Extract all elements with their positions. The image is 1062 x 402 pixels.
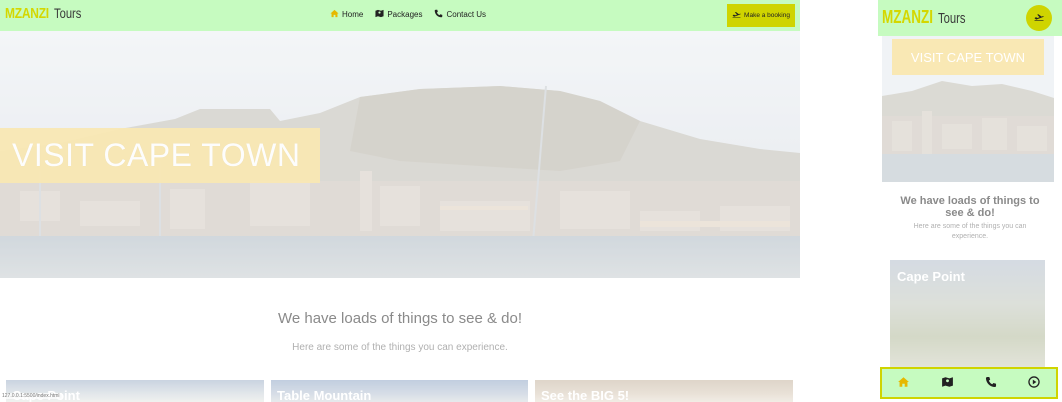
mobile-tab-bar — [880, 367, 1058, 399]
phone-icon — [985, 376, 997, 391]
tab-home[interactable] — [892, 371, 916, 395]
mobile-section-subheading: Here are some of the things you can expe… — [913, 223, 1027, 240]
tab-play[interactable] — [1022, 371, 1046, 395]
make-booking-button[interactable]: Make a booking — [727, 4, 795, 27]
mobile-brand-logo[interactable]: MZANZI Tours — [882, 7, 975, 28]
attraction-cards: Cape Point Table Mountain See the BIG 5! — [0, 380, 800, 402]
brand-logo[interactable]: MZANZI Tours — [5, 5, 88, 22]
section-subheading: Here are some of the things you can expe… — [292, 342, 508, 353]
hero-banner: VISIT CAPE TOWN — [0, 31, 800, 278]
brand-name: MZANZI — [5, 5, 49, 22]
mobile-view: MZANZI Tours VISIT CAPE TOWN We have loa… — [878, 0, 1062, 402]
mobile-brand-suffix: Tours — [937, 10, 966, 27]
nav-link-packages-label: Packages — [387, 10, 423, 19]
hero-title: VISIT CAPE TOWN — [12, 137, 301, 173]
plane-icon — [1034, 13, 1044, 23]
nav-links: Home Packages Contact Us — [330, 9, 486, 20]
map-icon — [941, 376, 954, 391]
nav-link-home[interactable]: Home — [330, 9, 363, 20]
tab-contact[interactable] — [979, 371, 1003, 395]
mobile-booking-button[interactable] — [1026, 5, 1052, 31]
nav-link-contact-label: Contact Us — [446, 10, 487, 19]
home-icon — [330, 9, 339, 20]
mobile-hero-title-box: VISIT CAPE TOWN — [892, 39, 1044, 75]
desktop-view: MZANZI Tours Home Packages Contact Us Ma… — [0, 0, 800, 402]
phone-icon — [434, 9, 443, 20]
nav-link-contact[interactable]: Contact Us — [434, 9, 486, 20]
brand-suffix: Tours — [53, 5, 82, 21]
mobile-brand-name: MZANZI — [882, 7, 933, 27]
card-title: See the BIG 5! — [541, 388, 630, 402]
status-bar-url: 127.0.0.1:5500/index.html — [0, 393, 62, 399]
mobile-card-cape-point[interactable]: Cape Point — [890, 260, 1045, 370]
card-table-mountain[interactable]: Table Mountain — [271, 380, 528, 402]
card-title: Table Mountain — [277, 388, 372, 402]
hero-title-box: VISIT CAPE TOWN — [0, 128, 320, 183]
plane-icon — [732, 11, 741, 20]
mobile-card-title: Cape Point — [897, 269, 965, 284]
nav-link-home-label: Home — [342, 10, 364, 19]
top-navbar: MZANZI Tours Home Packages Contact Us Ma… — [0, 0, 800, 31]
card-big-five[interactable]: See the BIG 5! — [535, 380, 793, 402]
home-icon — [897, 376, 910, 391]
map-icon — [375, 9, 384, 20]
section-heading: We have loads of things to see & do! — [277, 310, 523, 327]
mobile-navbar: MZANZI Tours — [878, 0, 1062, 36]
mobile-hero-banner: VISIT CAPE TOWN — [882, 36, 1054, 182]
nav-link-packages[interactable]: Packages — [375, 9, 422, 20]
make-booking-label: Make a booking — [744, 12, 790, 19]
play-circle-icon — [1028, 375, 1040, 391]
tab-packages[interactable] — [935, 371, 959, 395]
mobile-hero-title: VISIT CAPE TOWN — [910, 49, 1026, 65]
mobile-section-heading: We have loads of things to see & do! — [900, 195, 1040, 219]
